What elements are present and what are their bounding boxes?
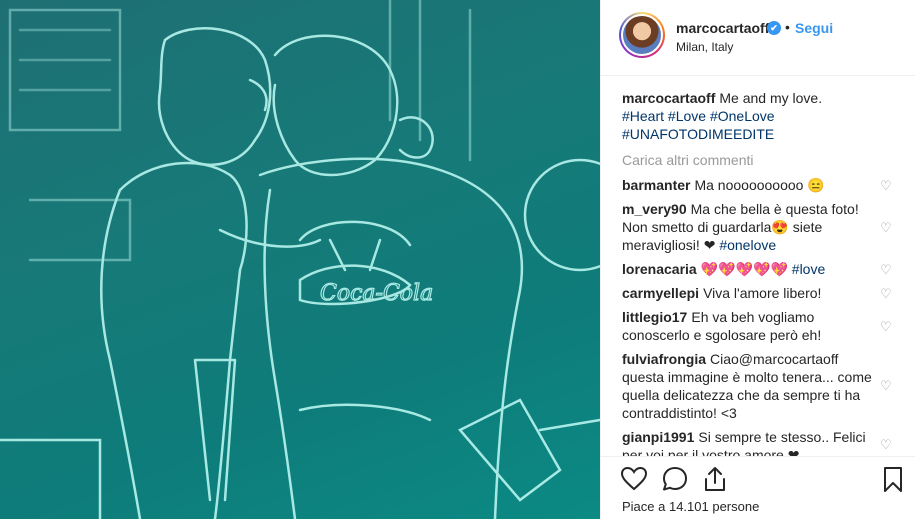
comment-username[interactable]: lorenacaria xyxy=(622,261,697,277)
comment-item: lorenacaria 💖💖💖💖💖 #love xyxy=(622,260,872,278)
post-sidebar: marcocartaoff ✔ • Segui Milan, Italy mar… xyxy=(600,0,915,519)
separator-dot: • xyxy=(785,19,790,35)
comment-username[interactable]: littlegio17 xyxy=(622,309,687,325)
heart-outline-icon[interactable]: ♡ xyxy=(880,179,894,193)
svg-text:Coca-Cola: Coca-Cola xyxy=(320,281,433,306)
load-more-comments-button[interactable]: Carica altri commenti xyxy=(622,152,753,168)
hashtag-link[interactable]: #Heart xyxy=(622,108,664,124)
comment-text: 💖💖💖💖💖 xyxy=(700,261,788,277)
header-username[interactable]: marcocartaoff xyxy=(676,20,769,36)
comment-item: m_very90 Ma che bella è questa foto! Non … xyxy=(622,200,872,254)
comment-username[interactable]: carmyellepi xyxy=(622,285,699,301)
photo-outline-art: Coca-Cola xyxy=(0,0,600,519)
comment-item: fulviafrongia Ciao@marcocartaoff questa i… xyxy=(622,350,872,422)
heart-outline-icon[interactable]: ♡ xyxy=(880,320,894,334)
avatar[interactable] xyxy=(619,12,665,58)
caption: marcocartaoff Me and my love. #Heart #Lov… xyxy=(622,89,892,143)
heart-outline-icon[interactable]: ♡ xyxy=(880,438,894,452)
comment-item: carmyellepi Viva l'amore libero! xyxy=(622,284,872,302)
comment-username[interactable]: gianpi1991 xyxy=(622,429,694,445)
likes-count[interactable]: Piace a 14.101 persone xyxy=(622,499,759,514)
heart-outline-icon[interactable]: ♡ xyxy=(880,287,894,301)
post-photo[interactable]: Coca-Cola xyxy=(0,0,600,519)
hashtag-link[interactable]: #Love xyxy=(668,108,706,124)
comment-text: Viva l'amore libero! xyxy=(703,285,822,301)
heart-outline-icon[interactable]: ♡ xyxy=(880,379,894,393)
comment-username[interactable]: fulviafrongia xyxy=(622,351,706,367)
instagram-post: Coca-Cola marcocartaoff ✔ • Segui Milan,… xyxy=(0,0,915,519)
comment-item: barmanter Ma noooooooooo 😑 xyxy=(622,176,872,194)
comment-item: gianpi1991 Si sempre te stesso.. Felici p… xyxy=(622,428,872,457)
caption-text: Me and my love. xyxy=(719,90,823,106)
bookmark-icon[interactable] xyxy=(879,465,907,493)
like-heart-icon[interactable] xyxy=(620,465,648,493)
action-bar: Piace a 14.101 persone xyxy=(601,456,915,519)
hashtag-link[interactable]: #love xyxy=(792,261,825,277)
comments-section[interactable]: marcocartaoff Me and my love. #Heart #Lov… xyxy=(601,77,915,457)
comment-username[interactable]: m_very90 xyxy=(622,201,687,217)
comment-username[interactable]: barmanter xyxy=(622,177,690,193)
hashtag-link[interactable]: #OneLove xyxy=(710,108,775,124)
caption-username[interactable]: marcocartaoff xyxy=(622,90,715,106)
hashtag-link[interactable]: #onelove xyxy=(719,237,776,253)
heart-outline-icon[interactable]: ♡ xyxy=(880,221,894,235)
hashtag-link[interactable]: #UNAFOTODIMEEDITE xyxy=(622,126,774,142)
comment-bubble-icon[interactable] xyxy=(661,465,689,493)
post-header: marcocartaoff ✔ • Segui Milan, Italy xyxy=(601,0,915,76)
heart-outline-icon[interactable]: ♡ xyxy=(880,263,894,277)
comment-text: Ma noooooooooo 😑 xyxy=(694,177,825,193)
follow-button[interactable]: Segui xyxy=(795,20,833,36)
verified-badge-icon: ✔ xyxy=(767,21,781,35)
share-icon[interactable] xyxy=(701,465,729,493)
location-link[interactable]: Milan, Italy xyxy=(676,40,733,54)
comment-item: littlegio17 Eh va beh vogliamo conoscerlo… xyxy=(622,308,872,344)
